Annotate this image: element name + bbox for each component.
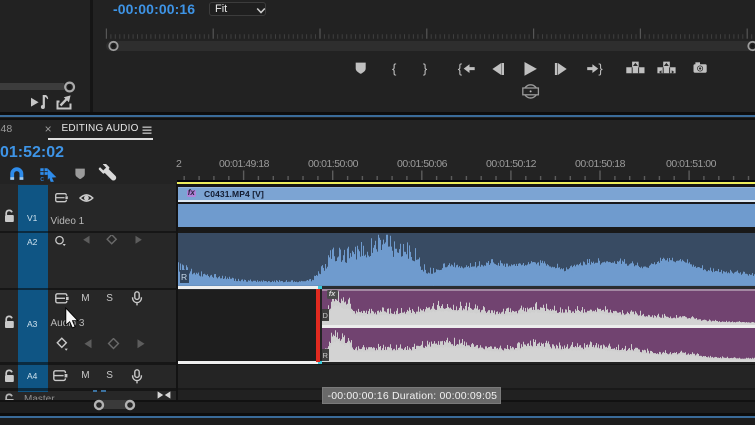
svg-text:{: { <box>392 61 397 76</box>
svg-text:}: } <box>598 61 603 76</box>
svg-text:{: { <box>458 61 463 76</box>
svg-text:}: } <box>423 61 428 76</box>
svg-text:c: c <box>40 174 44 183</box>
